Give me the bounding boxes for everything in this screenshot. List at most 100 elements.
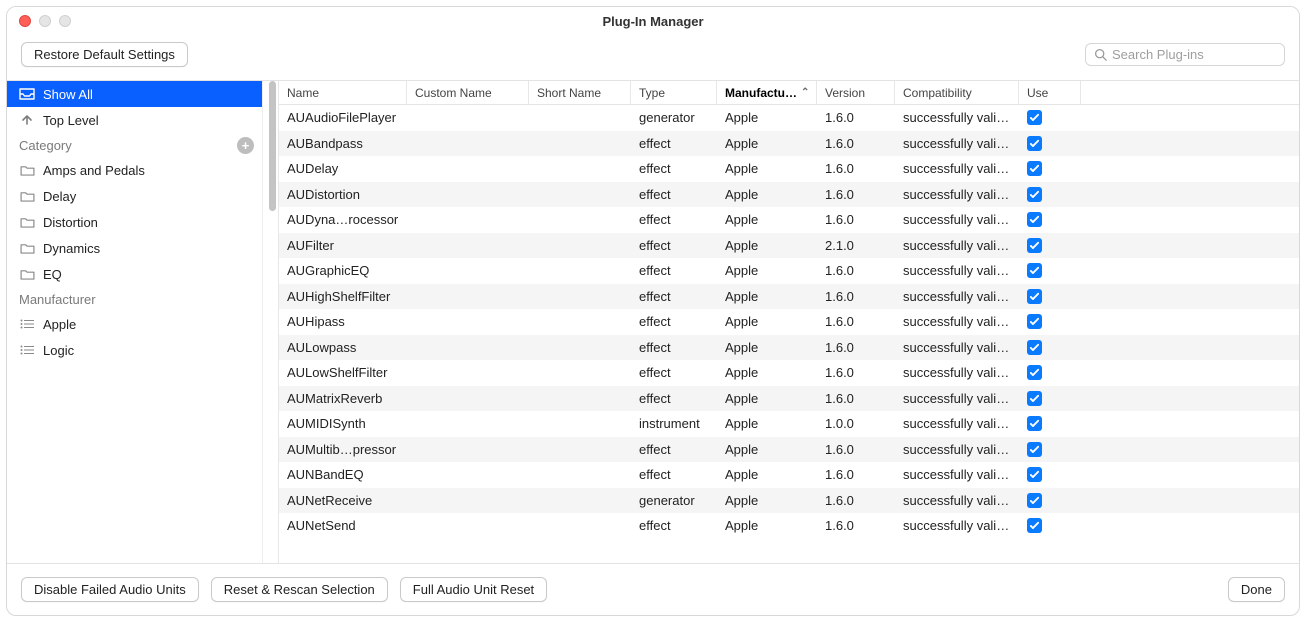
table-row[interactable]: AUGraphicEQeffectApple1.6.0successfully … — [279, 258, 1299, 284]
folder-icon — [19, 269, 35, 280]
minimize-window-button[interactable] — [39, 15, 51, 27]
table-row[interactable]: AULowpasseffectApple1.6.0successfully va… — [279, 335, 1299, 361]
cell-type: effect — [631, 263, 717, 278]
cell-version: 1.6.0 — [817, 110, 895, 125]
use-checkbox[interactable] — [1027, 442, 1042, 457]
sidebar-manufacturer-item[interactable]: Logic — [7, 337, 262, 363]
column-version[interactable]: Version — [817, 81, 895, 104]
use-checkbox[interactable] — [1027, 416, 1042, 431]
cell-version: 1.6.0 — [817, 391, 895, 406]
window-controls — [7, 15, 71, 27]
table-row[interactable]: AULowShelfFiltereffectApple1.6.0successf… — [279, 360, 1299, 386]
sidebar-category-label: Amps and Pedals — [43, 163, 145, 178]
disable-failed-button[interactable]: Disable Failed Audio Units — [21, 577, 199, 602]
use-checkbox[interactable] — [1027, 187, 1042, 202]
done-button[interactable]: Done — [1228, 577, 1285, 602]
search-input[interactable] — [1112, 47, 1276, 62]
column-type[interactable]: Type — [631, 81, 717, 104]
sidebar-top-level-label: Top Level — [43, 113, 99, 128]
table-row[interactable]: AUDelayeffectApple1.6.0successfully vali… — [279, 156, 1299, 182]
sidebar-category-item[interactable]: Delay — [7, 183, 262, 209]
table-row[interactable]: AUDyna…rocessoreffectApple1.6.0successfu… — [279, 207, 1299, 233]
cell-compatibility: successfully vali… — [895, 518, 1019, 533]
tray-icon — [19, 88, 35, 100]
cell-version: 1.6.0 — [817, 518, 895, 533]
reset-rescan-button[interactable]: Reset & Rescan Selection — [211, 577, 388, 602]
restore-defaults-button[interactable]: Restore Default Settings — [21, 42, 188, 67]
search-icon — [1094, 48, 1107, 61]
cell-version: 2.1.0 — [817, 238, 895, 253]
sidebar-category-item[interactable]: Dynamics — [7, 235, 262, 261]
use-checkbox[interactable] — [1027, 110, 1042, 125]
cell-use — [1019, 212, 1081, 227]
search-field[interactable] — [1085, 43, 1285, 66]
cell-version: 1.6.0 — [817, 365, 895, 380]
cell-manufacturer: Apple — [717, 110, 817, 125]
cell-name: AULowShelfFilter — [279, 365, 407, 380]
table-row[interactable]: AUHipasseffectApple1.6.0successfully val… — [279, 309, 1299, 335]
use-checkbox[interactable] — [1027, 238, 1042, 253]
use-checkbox[interactable] — [1027, 212, 1042, 227]
column-custom-name[interactable]: Custom Name — [407, 81, 529, 104]
use-checkbox[interactable] — [1027, 314, 1042, 329]
cell-use — [1019, 493, 1081, 508]
column-compatibility[interactable]: Compatibility — [895, 81, 1019, 104]
cell-name: AUHipass — [279, 314, 407, 329]
cell-name: AUDelay — [279, 161, 407, 176]
column-use[interactable]: Use — [1019, 81, 1081, 104]
use-checkbox[interactable] — [1027, 493, 1042, 508]
table-row[interactable]: AUNetReceivegeneratorApple1.6.0successfu… — [279, 488, 1299, 514]
sidebar-show-all[interactable]: Show All — [7, 81, 262, 107]
cell-compatibility: successfully vali… — [895, 442, 1019, 457]
use-checkbox[interactable] — [1027, 289, 1042, 304]
sidebar-category-label: Dynamics — [43, 241, 100, 256]
table-row[interactable]: AUAudioFilePlayergeneratorApple1.6.0succ… — [279, 105, 1299, 131]
table-row[interactable]: AUMatrixReverbeffectApple1.6.0successful… — [279, 386, 1299, 412]
table-row[interactable]: AUDistortioneffectApple1.6.0successfully… — [279, 182, 1299, 208]
close-window-button[interactable] — [19, 15, 31, 27]
plugin-manager-window: Plug-In Manager Restore Default Settings… — [6, 6, 1300, 616]
sidebar-category-item[interactable]: Distortion — [7, 209, 262, 235]
sidebar-category-item[interactable]: Amps and Pedals — [7, 157, 262, 183]
sidebar-manufacturer-item[interactable]: Apple — [7, 311, 262, 337]
cell-manufacturer: Apple — [717, 442, 817, 457]
cell-type: generator — [631, 110, 717, 125]
cell-type: effect — [631, 518, 717, 533]
sidebar: Show All Top Level Category + Amps and P… — [7, 81, 279, 563]
table-row[interactable]: AUNetSendeffectApple1.6.0successfully va… — [279, 513, 1299, 539]
table-row[interactable]: AUBandpasseffectApple1.6.0successfully v… — [279, 131, 1299, 157]
table-row[interactable]: AUNBandEQeffectApple1.6.0successfully va… — [279, 462, 1299, 488]
column-short-name[interactable]: Short Name — [529, 81, 631, 104]
use-checkbox[interactable] — [1027, 391, 1042, 406]
column-manufacturer[interactable]: Manufactu… ⌃ — [717, 81, 817, 104]
table-row[interactable]: AUMIDISynthinstrumentApple1.0.0successfu… — [279, 411, 1299, 437]
use-checkbox[interactable] — [1027, 340, 1042, 355]
cell-version: 1.6.0 — [817, 442, 895, 457]
zoom-window-button[interactable] — [59, 15, 71, 27]
column-name[interactable]: Name — [279, 81, 407, 104]
use-checkbox[interactable] — [1027, 263, 1042, 278]
sidebar-scrollbar[interactable] — [262, 81, 278, 563]
cell-name: AUBandpass — [279, 136, 407, 151]
sidebar-category-item[interactable]: EQ — [7, 261, 262, 287]
cell-use — [1019, 289, 1081, 304]
use-checkbox[interactable] — [1027, 467, 1042, 482]
use-checkbox[interactable] — [1027, 518, 1042, 533]
sidebar-top-level[interactable]: Top Level — [7, 107, 262, 133]
use-checkbox[interactable] — [1027, 136, 1042, 151]
cell-manufacturer: Apple — [717, 314, 817, 329]
add-category-button[interactable]: + — [237, 137, 254, 154]
use-checkbox[interactable] — [1027, 161, 1042, 176]
cell-use — [1019, 365, 1081, 380]
table-body: AUAudioFilePlayergeneratorApple1.6.0succ… — [279, 105, 1299, 563]
table-row[interactable]: AUFiltereffectApple2.1.0successfully val… — [279, 233, 1299, 259]
table-row[interactable]: AUMultib…pressoreffectApple1.6.0successf… — [279, 437, 1299, 463]
cell-type: generator — [631, 493, 717, 508]
sidebar-category-header: Category + — [7, 133, 262, 157]
sidebar-scroll-thumb[interactable] — [269, 81, 276, 211]
full-reset-button[interactable]: Full Audio Unit Reset — [400, 577, 547, 602]
table-row[interactable]: AUHighShelfFiltereffectApple1.6.0success… — [279, 284, 1299, 310]
use-checkbox[interactable] — [1027, 365, 1042, 380]
cell-version: 1.6.0 — [817, 136, 895, 151]
cell-name: AUNetReceive — [279, 493, 407, 508]
